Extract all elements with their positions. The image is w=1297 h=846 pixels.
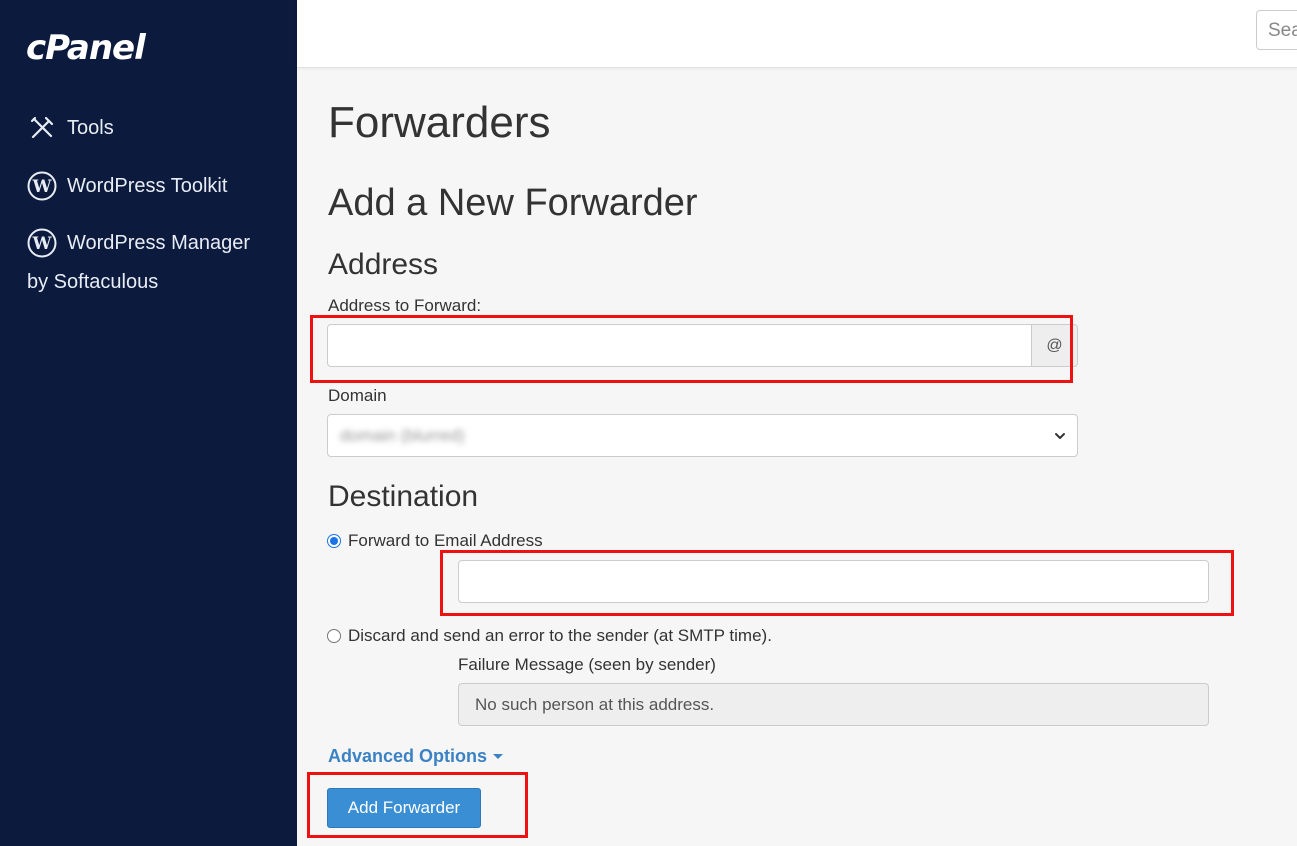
advanced-options-label: Advanced Options [328,746,488,766]
domain-value: domain (blurred) [340,425,465,445]
sidebar-item-tools[interactable]: Tools [26,112,114,144]
address-heading: Address [328,248,439,281]
failure-message-label: Failure Message (seen by sender) [458,655,716,674]
search-input[interactable]: Search [1256,10,1297,50]
destination-heading: Destination [328,480,479,513]
domain-label: Domain [328,386,387,405]
sidebar-item-wordpress-toolkit[interactable]: W WordPress Toolkit [26,170,227,202]
address-to-forward-input[interactable] [327,324,1031,367]
address-input-group: @ [327,324,1078,367]
caret-down-icon [493,754,504,759]
sidebar-item-label: Tools [67,116,114,139]
discard-option[interactable]: Discard and send an error to the sender … [327,626,772,646]
sidebar-item-label: WordPress Manager [67,231,251,254]
discard-option-label: Discard and send an error to the sender … [348,626,772,645]
page-title: Forwarders [328,98,551,147]
at-symbol-addon: @ [1031,324,1078,367]
advanced-options-link[interactable]: Advanced Options [328,746,504,767]
sidebar-item-label-line2[interactable]: by Softaculous [27,271,158,294]
chevron-down-icon [1053,428,1067,448]
section-title: Add a New Forwarder [328,182,698,224]
wordpress-icon: W [26,170,58,202]
main-content: Forwarders Add a New Forwarder Address A… [297,68,1297,846]
sidebar: cPanel Tools W WordPress Toolkit W WordP… [0,0,297,846]
failure-message-input[interactable]: No such person at this address. [458,683,1209,726]
wordpress-icon: W [26,227,58,259]
domain-select[interactable]: domain (blurred) [327,414,1078,457]
forward-radio[interactable] [327,534,341,548]
forward-email-input[interactable] [458,560,1209,603]
svg-text:W: W [31,234,52,254]
forward-option-label: Forward to Email Address [348,531,543,550]
forward-to-email-option[interactable]: Forward to Email Address [327,531,543,551]
svg-text:W: W [31,177,52,197]
sidebar-item-label: WordPress Toolkit [67,174,228,197]
discard-radio[interactable] [327,629,341,643]
sidebar-item-wordpress-manager[interactable]: W WordPress Manager [26,227,250,259]
address-label: Address to Forward: [328,296,482,315]
cpanel-logo[interactable]: cPanel [26,28,146,68]
add-forwarder-button[interactable]: Add Forwarder [327,788,481,828]
top-bar: Search [297,0,1297,68]
tools-icon [26,112,58,144]
